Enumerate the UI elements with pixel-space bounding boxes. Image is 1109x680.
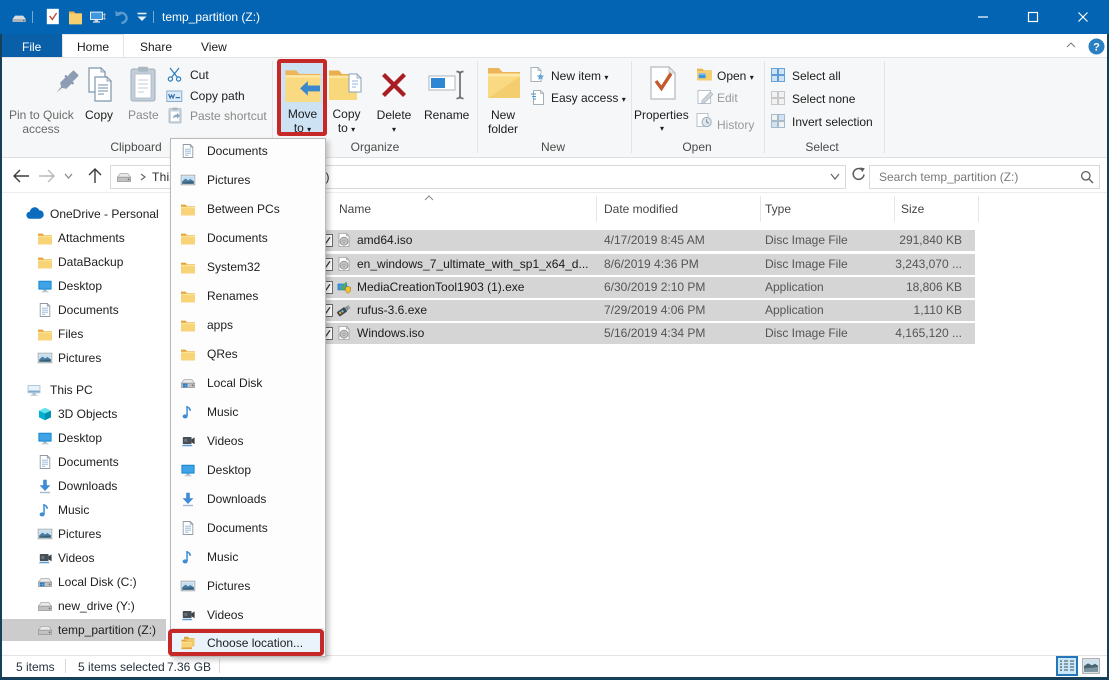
svg-text:?: ? (1093, 41, 1100, 53)
